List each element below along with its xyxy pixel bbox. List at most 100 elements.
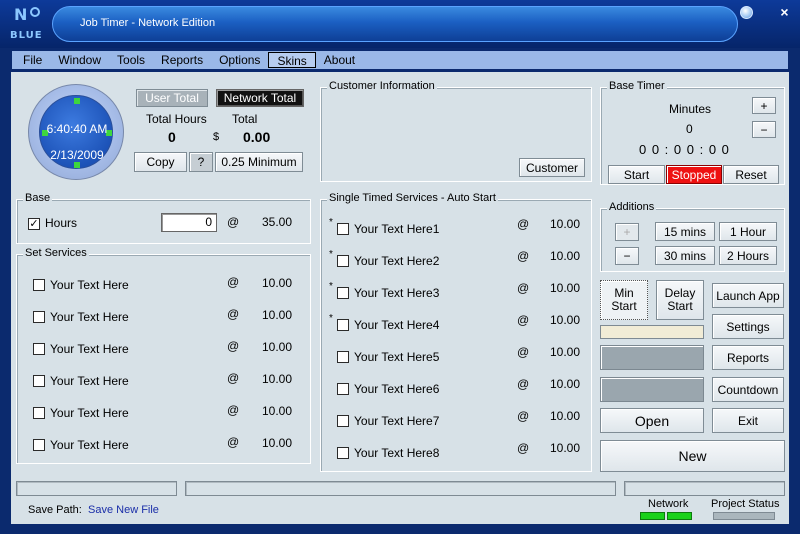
hours-input[interactable]: 0: [161, 213, 217, 232]
timed-service-checkbox[interactable]: [337, 319, 349, 331]
timed-service-checkbox[interactable]: [337, 447, 349, 459]
minimize-icon[interactable]: [740, 6, 753, 19]
timed-service-label: Your Text Here3: [354, 286, 440, 300]
menu-file[interactable]: File: [15, 52, 50, 68]
set-services-label: Set Services: [23, 247, 89, 259]
clock-face: 6:40:40 AM 2/13/2009: [39, 95, 113, 169]
main-panel: 6:40:40 AM 2/13/2009 User Total Network …: [11, 72, 789, 524]
project-status-label: Project Status: [711, 498, 780, 510]
timed-service-rate: 10.00: [550, 377, 581, 391]
base-timer-group: Base Timer Minutes 0 + − 0 0 : 0 0 : 0 0…: [600, 80, 785, 185]
additions-plus-button[interactable]: +: [615, 223, 639, 241]
total-hours-value: 0: [168, 129, 176, 145]
timed-service-at: @: [517, 409, 530, 423]
logo-text: BLUE: [10, 30, 43, 41]
min-start-button[interactable]: Min Start: [600, 280, 648, 320]
settings-button[interactable]: Settings: [712, 314, 784, 339]
reports-button[interactable]: Reports: [712, 345, 784, 370]
timed-service-checkbox[interactable]: [337, 223, 349, 235]
delay-start-button[interactable]: Delay Start: [656, 280, 704, 320]
project-status-led: [713, 512, 775, 520]
save-path-link[interactable]: Save New File: [88, 504, 159, 516]
timer-stopped-status[interactable]: Stopped: [666, 165, 722, 184]
base-at-symbol: @: [227, 215, 240, 229]
menu-about[interactable]: About: [316, 52, 363, 68]
timer-reset-button[interactable]: Reset: [723, 165, 779, 184]
timed-services-group: Single Timed Services - Auto Start * You…: [320, 192, 592, 472]
minimum-button[interactable]: 0.25 Minimum: [215, 152, 303, 172]
set-service-label: Your Text Here: [50, 278, 129, 292]
set-service-checkbox[interactable]: [33, 343, 45, 355]
network-led-1: [640, 512, 665, 520]
set-service-label: Your Text Here: [50, 342, 129, 356]
minutes-increase-button[interactable]: +: [752, 97, 776, 114]
set-service-at: @: [227, 371, 240, 385]
timed-service-at: @: [517, 217, 530, 231]
auto-start-marker: *: [329, 313, 333, 324]
set-service-checkbox[interactable]: [33, 311, 45, 323]
progress-bar: [600, 325, 704, 339]
network-led-2: [667, 512, 692, 520]
minutes-label: Minutes: [669, 102, 712, 116]
timed-service-checkbox[interactable]: [337, 415, 349, 427]
timed-service-checkbox[interactable]: [337, 255, 349, 267]
new-button[interactable]: New: [600, 440, 785, 472]
set-service-at: @: [227, 339, 240, 353]
set-service-checkbox[interactable]: [33, 375, 45, 387]
timed-service-at: @: [517, 377, 530, 391]
total-amount: 0.00: [243, 129, 271, 145]
close-icon[interactable]: ×: [778, 5, 791, 19]
hours-label: Hours: [45, 216, 78, 230]
timed-service-checkbox[interactable]: [337, 287, 349, 299]
timed-service-checkbox[interactable]: [337, 383, 349, 395]
timed-service-label: Your Text Here8: [354, 446, 440, 460]
set-services-group: Set Services Your Text Here @ 10.00 Your…: [16, 247, 311, 464]
clock-date: 2/13/2009: [50, 148, 104, 162]
auto-start-marker: *: [329, 281, 333, 292]
set-service-checkbox[interactable]: [33, 407, 45, 419]
exit-button[interactable]: Exit: [712, 408, 784, 433]
network-total-button[interactable]: Network Total: [216, 89, 304, 107]
timed-service-rate: 10.00: [550, 409, 581, 423]
timed-service-rate: 10.00: [550, 249, 581, 263]
additions-minus-button[interactable]: −: [615, 247, 639, 265]
menu-reports[interactable]: Reports: [153, 52, 211, 68]
help-button[interactable]: ?: [189, 152, 213, 172]
set-service-checkbox[interactable]: [33, 439, 45, 451]
timer-start-button[interactable]: Start: [608, 165, 665, 184]
open-button[interactable]: Open: [600, 408, 704, 433]
logo-ring: [30, 7, 40, 17]
customer-info-group: Customer Information Customer: [320, 80, 592, 182]
add-1-hour-button[interactable]: 1 Hour: [719, 222, 777, 241]
window-title: Job Timer - Network Edition: [80, 17, 216, 29]
total-hours-label: Total Hours: [146, 112, 207, 126]
timed-service-checkbox[interactable]: [337, 351, 349, 363]
launch-app-button[interactable]: Launch App: [712, 283, 784, 308]
app-logo: N BLUE: [8, 3, 48, 45]
copy-button[interactable]: Copy: [134, 152, 187, 172]
clock-marker-bottom: [74, 162, 80, 168]
menu-bar: File Window Tools Reports Options Skins …: [11, 50, 789, 70]
timed-service-at: @: [517, 441, 530, 455]
add-2-hours-button[interactable]: 2 Hours: [719, 246, 777, 265]
add-15-mins-button[interactable]: 15 mins: [655, 222, 715, 241]
timed-service-rate: 10.00: [550, 313, 581, 327]
base-rate: 35.00: [262, 215, 293, 229]
menu-options[interactable]: Options: [211, 52, 268, 68]
user-total-button[interactable]: User Total: [136, 89, 208, 107]
clock-marker-top: [74, 98, 80, 104]
timed-service-rate: 10.00: [550, 345, 581, 359]
customer-button[interactable]: Customer: [519, 158, 585, 177]
minutes-decrease-button[interactable]: −: [752, 121, 776, 138]
menu-tools[interactable]: Tools: [109, 52, 153, 68]
total-label: Total: [232, 112, 258, 126]
menu-window[interactable]: Window: [50, 52, 109, 68]
countdown-button[interactable]: Countdown: [712, 377, 784, 402]
set-service-label: Your Text Here: [50, 438, 129, 452]
set-service-at: @: [227, 307, 240, 321]
set-service-rate: 10.00: [262, 404, 293, 418]
add-30-mins-button[interactable]: 30 mins: [655, 246, 715, 265]
menu-skins[interactable]: Skins: [268, 52, 316, 68]
set-service-checkbox[interactable]: [33, 279, 45, 291]
hours-checkbox[interactable]: ✓: [28, 218, 40, 230]
